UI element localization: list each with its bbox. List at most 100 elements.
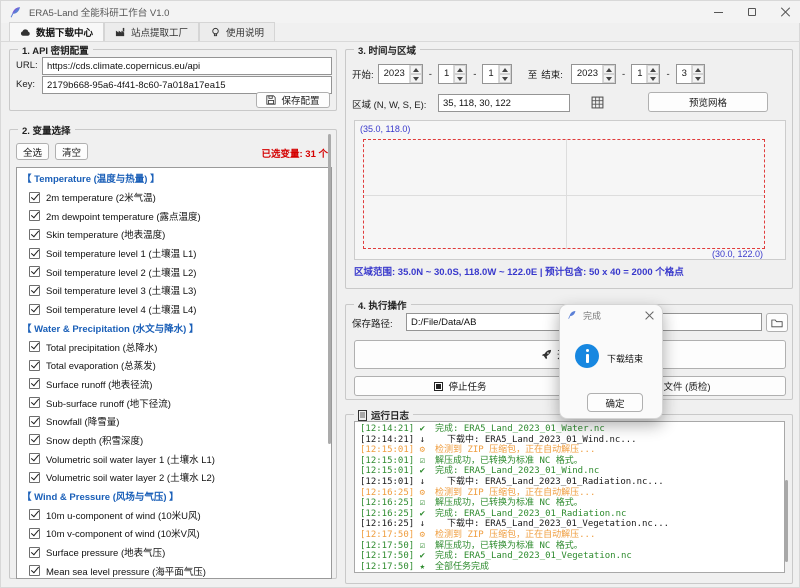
checkbox-icon[interactable]: [29, 397, 40, 408]
spin-down-icon[interactable]: [499, 74, 511, 83]
variable-checkbox-item[interactable]: Skin temperature (地表温度): [17, 225, 331, 244]
checkbox-icon[interactable]: [29, 472, 40, 483]
log-scrollbar[interactable]: [785, 480, 788, 562]
variable-checkbox-item[interactable]: Mean sea level pressure (海平面气压): [17, 561, 331, 579]
variable-checkbox-item[interactable]: Total evaporation (总蒸发): [17, 356, 331, 375]
variable-checkbox-item[interactable]: Surface runoff (地表径流): [17, 375, 331, 394]
spin-up-icon[interactable]: [410, 65, 422, 74]
spin-down-icon[interactable]: [603, 74, 615, 83]
checkbox-icon[interactable]: [29, 360, 40, 371]
variable-checkbox-item[interactable]: Snow depth (积雪深度): [17, 431, 331, 450]
checkbox-icon[interactable]: [29, 547, 40, 558]
url-input[interactable]: [42, 57, 332, 75]
log-doc-icon: [358, 410, 367, 421]
log-line: [12:16:25] ✔ 完成: ERA5_Land_2023_01_Radia…: [360, 509, 784, 520]
spin-up-icon[interactable]: [647, 65, 659, 74]
checkbox-icon[interactable]: [29, 248, 40, 259]
variable-label: 2m dewpoint temperature (露点温度): [46, 209, 201, 223]
checkbox-icon[interactable]: [29, 266, 40, 277]
variable-checkbox-item[interactable]: 2m temperature (2米气温): [17, 188, 331, 207]
variable-checkbox-item[interactable]: 10m v-component of wind (10米V风): [17, 524, 331, 543]
variable-label: Total evaporation (总蒸发): [46, 358, 156, 372]
variable-checkbox-item[interactable]: Soil temperature level 1 (土壤温 L1): [17, 244, 331, 263]
variable-checkbox-item[interactable]: Soil temperature level 4 (土壤温 L4): [17, 300, 331, 319]
checkbox-icon[interactable]: [29, 528, 40, 539]
checkbox-icon[interactable]: [29, 192, 40, 203]
dialog-close-icon[interactable]: [645, 311, 654, 320]
close-button[interactable]: [768, 1, 800, 23]
variable-list-scrollbar[interactable]: [328, 134, 331, 444]
spin-down-icon[interactable]: [410, 74, 422, 83]
checkbox-icon[interactable]: [29, 453, 40, 464]
end-day-spinbox[interactable]: 3: [676, 64, 705, 84]
end-month-spinbox[interactable]: 1: [631, 64, 660, 84]
checkbox-icon[interactable]: [29, 434, 40, 445]
log-line: [12:16:25] ☑ 解压成功，已转换为标准 NC 格式。: [360, 498, 784, 509]
spin-up-icon[interactable]: [603, 65, 615, 74]
save-config-button[interactable]: 保存配置: [256, 92, 330, 108]
log-unzip-icon: ☑: [420, 541, 430, 552]
tab-help[interactable]: 使用说明: [199, 22, 275, 41]
stop-icon: [434, 382, 443, 391]
variable-checkbox-item[interactable]: Surface pressure (地表气压): [17, 543, 331, 562]
variable-label: Volumetric soil water layer 2 (土壤水 L2): [46, 470, 215, 484]
app-feather-icon: [9, 6, 22, 19]
select-all-button[interactable]: 全选: [16, 143, 49, 160]
variable-checkbox-item[interactable]: Snowfall (降雪量): [17, 412, 331, 431]
variable-checkbox-item[interactable]: Volumetric soil water layer 1 (土壤水 L1): [17, 449, 331, 468]
checkbox-icon[interactable]: [29, 565, 40, 576]
variable-checkbox-item[interactable]: Sub-surface runoff (地下径流): [17, 393, 331, 412]
checkbox-icon[interactable]: [29, 378, 40, 389]
checkbox-icon[interactable]: [29, 229, 40, 240]
preview-grid-button[interactable]: 预览网格: [648, 92, 768, 112]
variable-label: Soil temperature level 4 (土壤温 L4): [46, 302, 196, 316]
variable-checkbox-item[interactable]: Soil temperature level 3 (土壤温 L3): [17, 281, 331, 300]
spin-up-icon[interactable]: [499, 65, 511, 74]
log-timestamp: [12:15:01]: [360, 477, 420, 487]
log-timestamp: [12:16:25]: [360, 488, 420, 498]
log-output[interactable]: [12:14:21] ✔ 完成: ERA5_Land_2023_01_Water…: [354, 421, 785, 573]
minimize-button[interactable]: [702, 1, 735, 23]
start-month-spinbox[interactable]: 1: [438, 64, 467, 84]
tab-site-extract[interactable]: 站点提取工厂: [104, 22, 199, 41]
completion-dialog: 完成 下载结束 确定: [559, 304, 663, 419]
spin-down-icon[interactable]: [454, 74, 466, 83]
browse-folder-button[interactable]: [766, 313, 788, 332]
variable-checkbox-item[interactable]: 10m u-component of wind (10米U风): [17, 505, 331, 524]
log-text: 完成: ERA5_Land_2023_01_Vegetation.nc: [430, 551, 632, 561]
checkbox-icon[interactable]: [29, 210, 40, 221]
tab-bar: 数据下载中心 站点提取工厂使用说明: [1, 23, 800, 42]
log-text: 完成: ERA5_Land_2023_01_Wind.nc: [430, 466, 600, 476]
variable-checkbox-item[interactable]: Volumetric soil water layer 2 (土壤水 L2): [17, 468, 331, 487]
checkbox-icon[interactable]: [29, 341, 40, 352]
tab-label: 站点提取工厂: [131, 25, 188, 39]
region-input[interactable]: [438, 94, 570, 112]
spin-down-icon[interactable]: [692, 74, 704, 83]
variable-checkbox-item[interactable]: Soil temperature level 2 (土壤温 L2): [17, 262, 331, 281]
log-unzip-icon: ☑: [420, 498, 430, 509]
url-label: URL:: [16, 60, 38, 71]
end-year-spinbox[interactable]: 2023: [571, 64, 616, 84]
spin-up-icon[interactable]: [454, 65, 466, 74]
spin-up-icon[interactable]: [692, 65, 704, 74]
checkbox-icon[interactable]: [29, 509, 40, 520]
map-bottomright-coord: (30.0, 122.0): [712, 249, 763, 259]
checkbox-icon[interactable]: [29, 416, 40, 427]
variable-label: Surface pressure (地表气压): [46, 545, 165, 559]
spin-down-icon[interactable]: [647, 74, 659, 83]
start-day-spinbox[interactable]: 1: [482, 64, 511, 84]
log-downloading-icon: ↓: [420, 435, 430, 446]
maximize-button[interactable]: [735, 1, 768, 23]
log-section: 运行日志 [12:14:21] ✔ 完成: ERA5_Land_2023_01_…: [345, 414, 793, 584]
region-range-info: 区域范围: 35.0N ~ 30.0S, 118.0W ~ 122.0E | 预…: [354, 264, 684, 278]
checkbox-icon[interactable]: [29, 304, 40, 315]
start-year-spinbox[interactable]: 2023: [378, 64, 423, 84]
checkbox-icon[interactable]: [29, 285, 40, 296]
variable-checkbox-item[interactable]: 2m dewpoint temperature (露点温度): [17, 206, 331, 225]
variable-checkbox-item[interactable]: Total precipitation (总降水): [17, 337, 331, 356]
dialog-ok-button[interactable]: 确定: [587, 393, 643, 412]
variable-label: 10m u-component of wind (10米U风): [46, 508, 201, 522]
tab-download-center[interactable]: 数据下载中心: [9, 22, 104, 41]
stop-task-button[interactable]: 停止任务: [354, 376, 567, 396]
clear-button[interactable]: 清空: [55, 143, 88, 160]
